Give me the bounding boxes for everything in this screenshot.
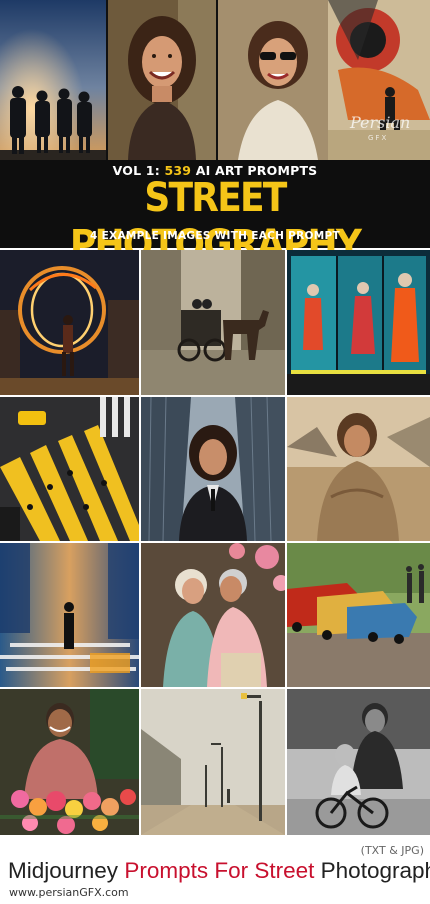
title-banner: VOL 1: 539 AI ART PROMPTS STREET PHOTOGR… bbox=[0, 160, 430, 268]
footer-title: Midjourney Prompts For Street Photograph… bbox=[8, 858, 430, 884]
shop-window-mannequins-photo bbox=[287, 250, 430, 395]
woman-in-suit-skyscrapers-photo bbox=[141, 397, 285, 541]
father-child-bicycle-photo bbox=[287, 689, 430, 835]
format-label: (TXT & JPG) bbox=[360, 844, 424, 857]
top-photo-row: Persian GFX bbox=[0, 0, 430, 160]
woman-with-sunglasses-collage-photo: Persian GFX bbox=[218, 0, 430, 160]
title-prompts-for-street: Prompts For Street bbox=[124, 858, 315, 883]
crosswalk-aerial-photo bbox=[0, 397, 139, 541]
motion-blur-city-photo bbox=[0, 543, 139, 687]
smiling-woman-portrait-photo bbox=[108, 0, 216, 160]
subline: 4 EXAMPLE IMAGES WITH EACH PROMPT bbox=[90, 230, 340, 242]
fire-dancer-photo bbox=[0, 250, 139, 395]
horse-carriage-street-photo bbox=[141, 250, 285, 395]
flower-vendor-photo bbox=[0, 689, 139, 835]
persian-watermark-text: Persian bbox=[349, 113, 410, 132]
silhouettes-in-fog-photo bbox=[0, 0, 106, 160]
gfx-watermark-text: GFX bbox=[368, 134, 388, 142]
foggy-street-lamps-photo bbox=[141, 689, 285, 835]
title-photography: Photography bbox=[320, 858, 430, 883]
footer: (TXT & JPG) Midjourney Prompts For Stree… bbox=[0, 844, 430, 904]
child-in-desert-photo bbox=[287, 397, 430, 541]
title-midjourney: Midjourney bbox=[8, 858, 119, 883]
example-image-grid bbox=[0, 250, 430, 844]
website-link[interactable]: www.persianGFX.com bbox=[9, 886, 129, 899]
elderly-couple-dancing-photo bbox=[141, 543, 285, 687]
vintage-cars-street-photo bbox=[287, 543, 430, 687]
